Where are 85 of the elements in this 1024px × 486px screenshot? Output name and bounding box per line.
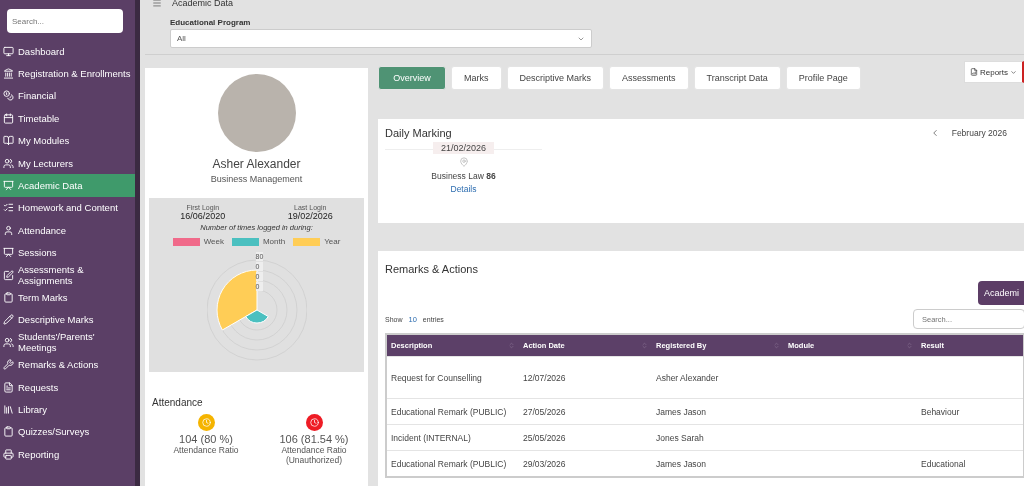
sidebar-item[interactable]: Reporting bbox=[0, 443, 135, 466]
panel-title: Remarks & Actions bbox=[385, 263, 479, 275]
program-select[interactable]: All bbox=[170, 29, 592, 48]
sidebar-item[interactable]: Dashboard bbox=[0, 40, 135, 63]
last-login-date: 19/02/2026 bbox=[287, 211, 333, 221]
first-login-date: 16/06/2020 bbox=[180, 211, 226, 221]
tab[interactable]: Overview bbox=[378, 66, 446, 90]
menu-item-icon bbox=[3, 336, 14, 348]
sidebar-item[interactable]: Quizzes/Surveys bbox=[0, 420, 135, 444]
menu-item-icon bbox=[3, 224, 14, 236]
menu-item-icon bbox=[3, 426, 14, 438]
attendance-label: Attendance Ratio (Unauthorized) bbox=[280, 445, 347, 465]
sidebar-item[interactable]: My Modules bbox=[0, 129, 135, 152]
table-cell-text: Educational Remark (PUBLIC) bbox=[390, 458, 508, 469]
menu-item-icon bbox=[3, 157, 14, 169]
report-icon bbox=[970, 68, 978, 76]
caret-icon bbox=[1010, 68, 1017, 76]
tab[interactable]: Transcript Data bbox=[693, 66, 781, 90]
tab[interactable]: Marks bbox=[451, 66, 502, 90]
sidebar-item[interactable]: Timetable bbox=[0, 107, 135, 130]
table-cell-text: 27/05/2026 bbox=[522, 406, 567, 417]
field-label: Educational Program bbox=[170, 18, 252, 27]
sidebar-item[interactable]: My Lecturers bbox=[0, 151, 135, 175]
attendance-title: Attendance bbox=[152, 397, 204, 408]
student-name: Asher Alexander bbox=[212, 157, 301, 171]
sidebar-item[interactable]: Library bbox=[0, 398, 135, 421]
sidebar-item[interactable]: Assessments & Assignments bbox=[0, 263, 135, 287]
marking-entry: Business Law 86 bbox=[431, 171, 496, 181]
page-title: Academic Data bbox=[172, 0, 234, 8]
sidebar-item[interactable]: Homework and Content bbox=[0, 196, 135, 220]
panel-title: Daily Marking bbox=[385, 127, 452, 139]
menu-item-icon bbox=[3, 269, 14, 281]
details-link[interactable]: Details bbox=[450, 184, 477, 194]
table-cell-text: 25/05/2026 bbox=[522, 432, 567, 443]
tab[interactable]: Profile Page bbox=[785, 66, 861, 90]
day-date: 21/02/2026 bbox=[432, 142, 494, 154]
table-cell-text: 12/07/2026 bbox=[522, 372, 567, 383]
menu-item-icon bbox=[3, 403, 14, 415]
menu-item-icon bbox=[3, 292, 14, 303]
legend-item[interactable]: Month bbox=[231, 237, 286, 246]
search-field[interactable]: Search... bbox=[7, 9, 123, 33]
menu-item-icon bbox=[3, 314, 14, 326]
table-cell-text: Educational Remark (PUBLIC) bbox=[390, 406, 508, 417]
menu-item-icon bbox=[3, 381, 14, 393]
menu-item-icon bbox=[3, 359, 14, 371]
menu-item-icon bbox=[3, 45, 14, 57]
sidebar-item[interactable]: Attendance bbox=[0, 219, 135, 242]
sidebar-item[interactable]: Descriptive Marks bbox=[0, 308, 135, 332]
table-cell-text: Request for Counselling bbox=[390, 372, 483, 383]
menu-item-icon bbox=[3, 112, 14, 124]
table-cell-text: Jones Sarah bbox=[655, 432, 705, 443]
menu-item-icon bbox=[3, 135, 14, 147]
academic-button[interactable]: Academi bbox=[978, 281, 1024, 305]
sidebar-item[interactable]: Registration & Enrollments bbox=[0, 62, 135, 85]
table-cell-text: Behaviour bbox=[920, 406, 961, 417]
menu-item-icon bbox=[3, 202, 14, 214]
menu-icon[interactable] bbox=[152, 0, 162, 8]
tab[interactable]: Assessments bbox=[609, 66, 689, 90]
pin-icon bbox=[458, 157, 469, 167]
table-cell-text: James Jason bbox=[655, 406, 708, 417]
menu-item-icon bbox=[3, 68, 14, 80]
month-label: February 2026 bbox=[951, 128, 1007, 138]
sidebar-item[interactable]: Sessions bbox=[0, 241, 135, 264]
table-cell-text: Educational bbox=[920, 458, 967, 469]
menu-item-icon bbox=[3, 90, 14, 102]
sidebar-item[interactable]: Students'/Parents' Meetings bbox=[0, 331, 135, 354]
legend-item[interactable]: Year bbox=[293, 237, 341, 246]
sidebar-item[interactable]: Remarks & Actions bbox=[0, 353, 135, 376]
menu-item-icon bbox=[3, 448, 14, 460]
table-cell-text: James Jason bbox=[655, 458, 708, 469]
tab[interactable]: Descriptive Marks bbox=[506, 66, 604, 90]
program-name: Business Management bbox=[210, 174, 303, 184]
table-cell-text: 29/03/2026 bbox=[522, 458, 567, 469]
attendance-value: 104 (80 %) bbox=[179, 433, 233, 445]
sidebar-item[interactable]: Financial bbox=[0, 84, 135, 108]
table-cell-text: Incident (INTERNAL) bbox=[390, 432, 472, 443]
sidebar-item[interactable]: Term Marks bbox=[0, 286, 135, 309]
menu-item-icon bbox=[3, 247, 14, 259]
reports-button[interactable]: Reports bbox=[964, 61, 1024, 83]
table-cell-text: Asher Alexander bbox=[655, 372, 720, 383]
attendance-label: Attendance Ratio bbox=[172, 445, 240, 455]
legend-item[interactable]: Week bbox=[172, 237, 224, 246]
attendance-value: 106 (81.54 %) bbox=[279, 433, 349, 445]
menu-item-icon bbox=[3, 180, 14, 192]
sidebar-item[interactable]: Requests bbox=[0, 375, 135, 399]
